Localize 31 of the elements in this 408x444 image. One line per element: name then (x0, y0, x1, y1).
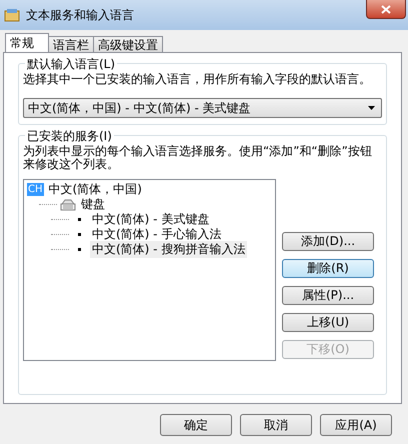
tree-item[interactable]: 中文(简体，中国) (46, 181, 144, 198)
language-badge: CH (27, 183, 44, 196)
tab[interactable]: 常规 (5, 33, 49, 52)
keyboard-icon (60, 198, 76, 210)
close-button[interactable] (366, 0, 406, 19)
group-label: 已安装的服务(I) (25, 128, 114, 145)
bullet-icon (78, 248, 81, 251)
dialog-button[interactable]: 确定 (160, 414, 232, 436)
description-text: 选择其中一个已安装的输入语言，用作所有输入字段的默认语言。 (23, 73, 372, 86)
bullet-icon (78, 218, 81, 221)
close-icon (381, 4, 391, 14)
window-icon (4, 8, 20, 22)
service-button[interactable]: 添加(D)... (282, 232, 374, 251)
group-label: 默认输入语言(L) (25, 56, 118, 73)
dropdown-arrow-icon (368, 106, 375, 110)
tree-item[interactable]: 中文(简体) - 美式键盘 (90, 211, 212, 228)
tree-item[interactable]: 中文(简体) - 手心输入法 (90, 226, 224, 243)
language-dropdown[interactable]: 中文(简体，中国) - 中文(简体) - 美式键盘 (23, 98, 382, 118)
dialog-button[interactable]: 取消 (240, 414, 312, 436)
window-title: 文本服务和输入语言 (26, 6, 134, 24)
tab[interactable]: 高级键设置 (93, 36, 163, 52)
service-button[interactable]: 属性(P)... (282, 286, 374, 305)
service-button[interactable]: 删除(R) (282, 259, 374, 278)
service-tree[interactable]: CH 中文(简体，中国) 键盘 中文(简体) - 美式键盘 中文(简体) - 手心输入法 中文(简体) - 搜狗拼音输入法 (23, 179, 276, 361)
description-text: 为列表中显示的每个输入语言选择服务。使用“添加”和“删除”按钮来修改这个列表。 (23, 145, 373, 171)
tree-item[interactable]: 中文(简体) - 搜狗拼音输入法 (90, 241, 248, 258)
bullet-icon (78, 233, 81, 236)
service-button[interactable]: 上移(U) (282, 313, 374, 332)
tree-item[interactable]: 键盘 (79, 196, 107, 213)
tab[interactable]: 语言栏 (48, 36, 94, 52)
dialog-button[interactable]: 应用(A) (320, 414, 392, 436)
